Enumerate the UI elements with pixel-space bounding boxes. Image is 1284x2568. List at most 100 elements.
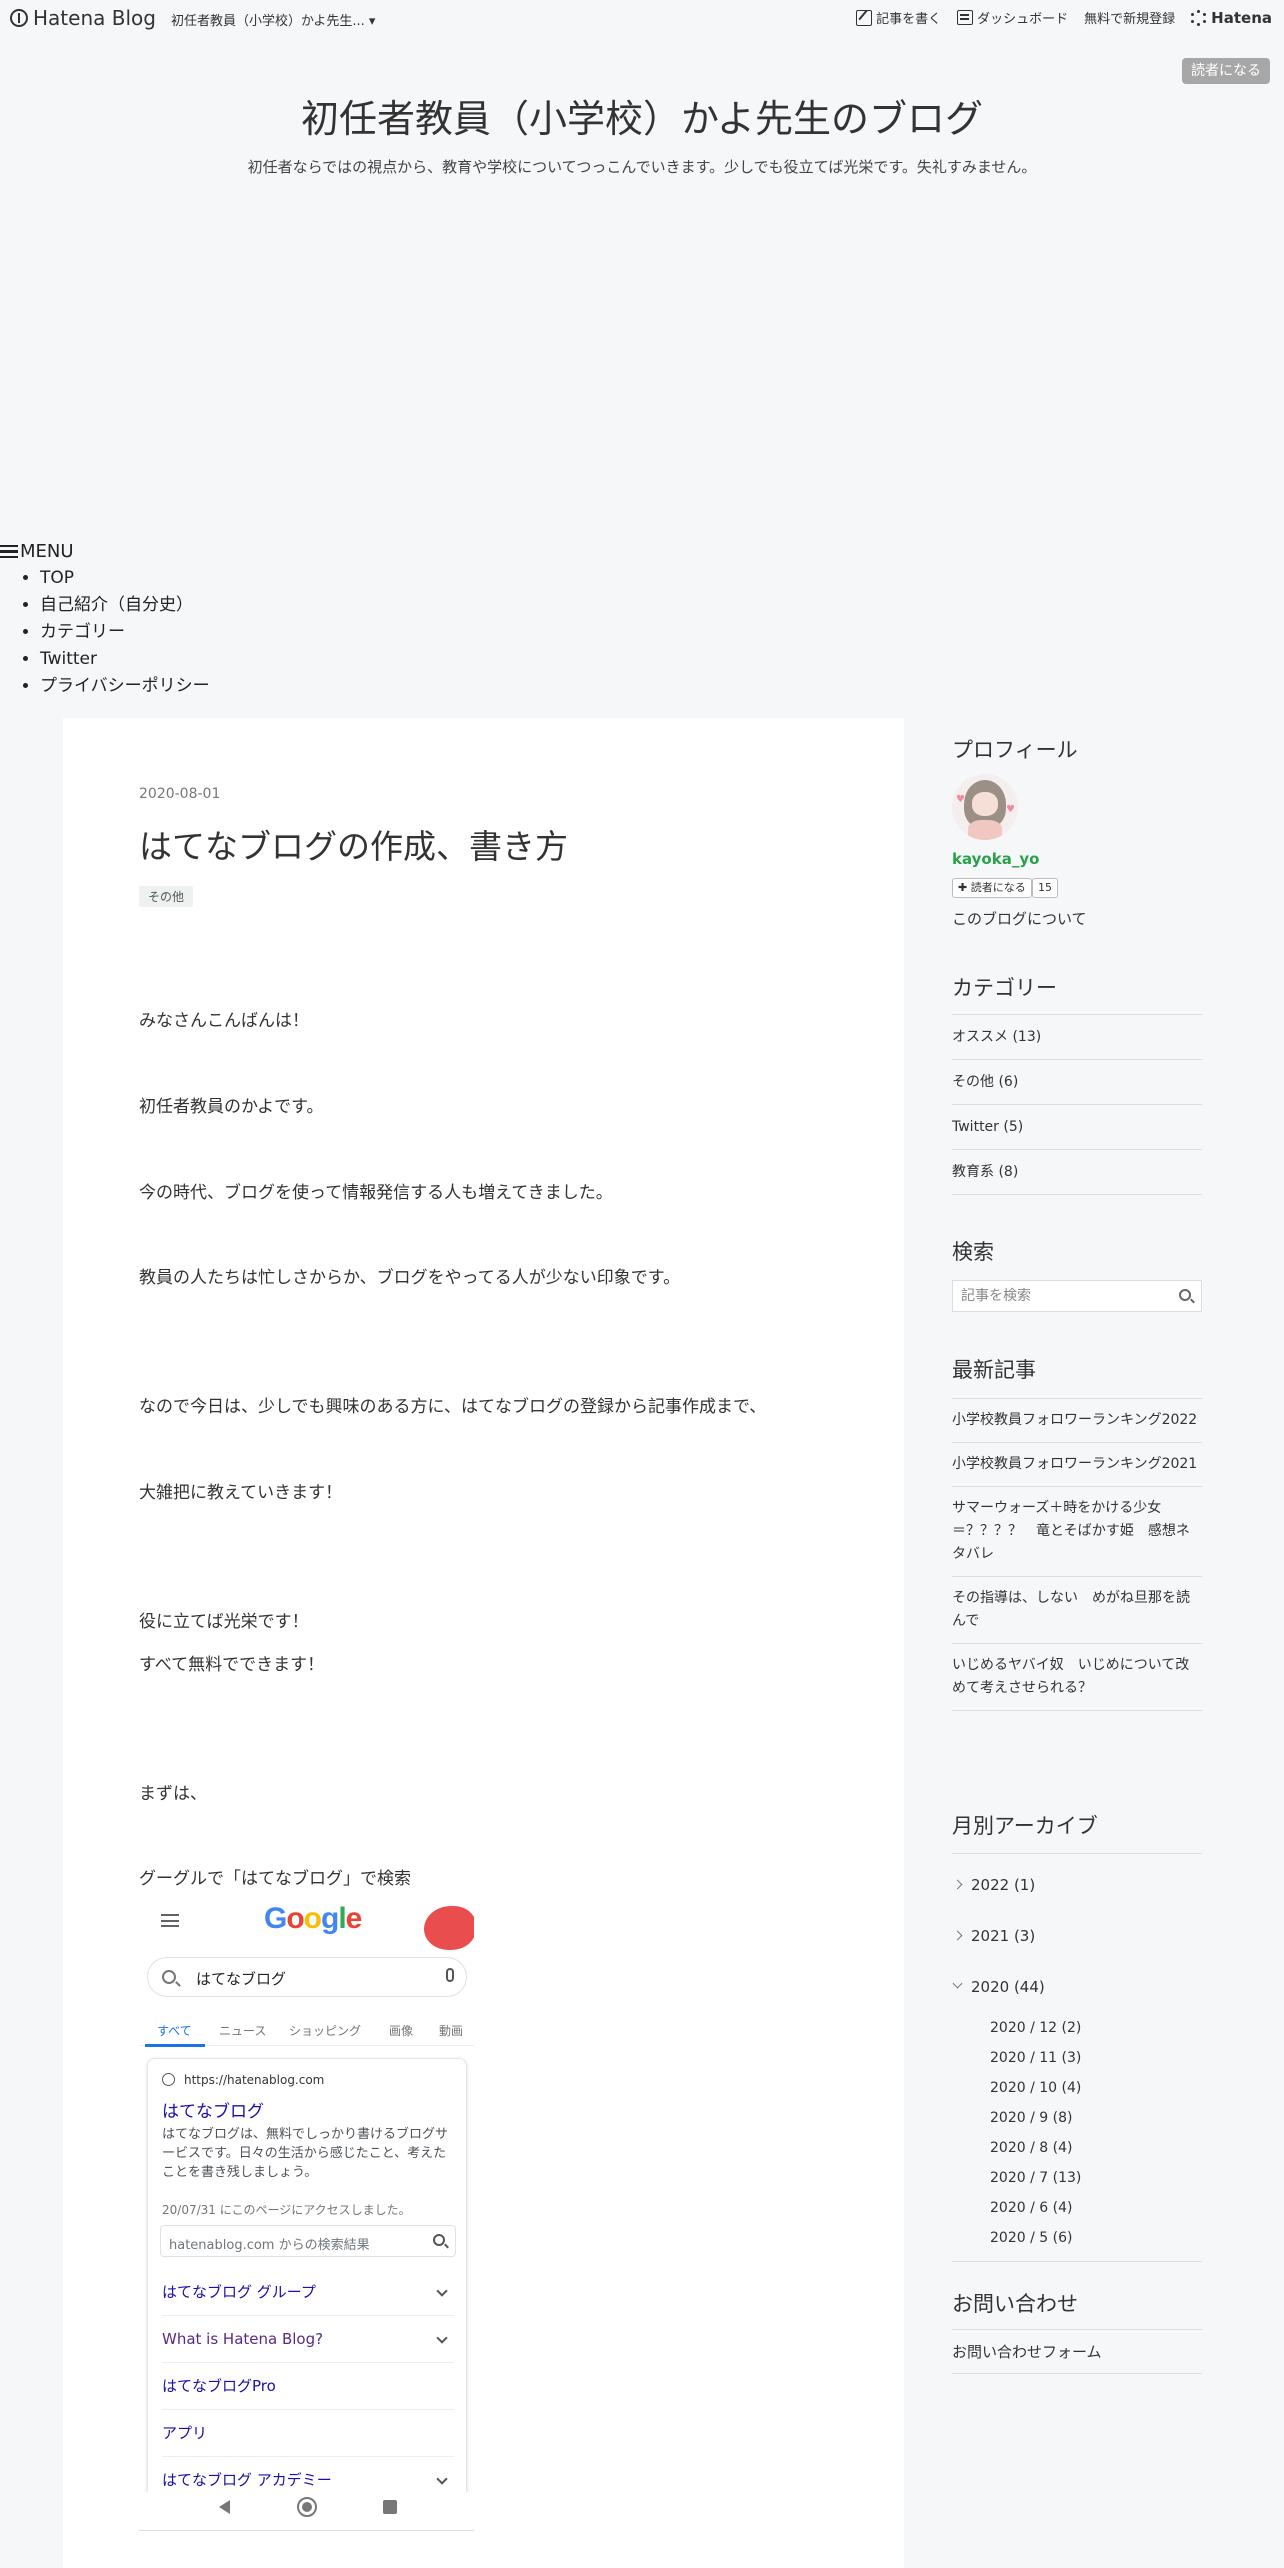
recent-post-link[interactable]: いじめるヤバイ奴 いじめについて改めて考えさせられる？ [952,1644,1202,1711]
menu-toggle[interactable]: MENU [0,541,74,562]
archive-month[interactable]: 2020 / 12 (2) [952,2013,1202,2043]
archive-month[interactable]: 2020 / 6 (4) [952,2193,1202,2223]
article-category-tag[interactable]: その他 [139,886,194,907]
search-icon[interactable] [1179,1289,1191,1301]
recent-post-link[interactable]: 小学校教員フォロワーランキング2022 [952,1399,1202,1443]
profile-heading: プロフィール [952,738,1078,762]
contact-heading: お問い合わせ [952,2292,1078,2316]
recent-post-link[interactable]: 小学校教員フォロワーランキング2021 [952,1443,1202,1487]
blog-switcher[interactable]: 初任者教員（小学校）かよ先生... ▾ [171,10,375,29]
recent-heading: 最新記事 [952,1358,1036,1382]
blog-description: 初任者ならではの視点から、教育や学校についてつっこんでいきます。少しでも役立てば… [247,158,1037,176]
sitelink: What is Hatena Blog? [162,2316,454,2363]
recent-post-link[interactable]: サマーウォーズ＋時をかける少女＝？？？？ 竜とそばかす姫 感想ネタバレ [952,1487,1202,1577]
menu-item-top[interactable]: TOP [40,565,210,592]
sitelink-label: はてなブログ アカデミー [162,2471,332,2489]
edit-icon [856,9,873,26]
chevron-down-icon [436,2473,448,2485]
category-list: オススメ (13) その他 (6) Twitter (5) 教育系 (8) [952,1014,1202,1195]
archive-year[interactable]: 2020 (44) [952,1962,1202,2013]
google-tabs: すべて ニュース ショッピング 画像 動画 [139,2016,474,2047]
category-item[interactable]: Twitter (5) [952,1105,1202,1150]
signup-link[interactable]: 無料で新規登録 [1084,8,1175,27]
chevron-down-icon [436,2332,448,2344]
article-date[interactable]: 2020-08-01 [139,786,220,802]
site-search-text: hatenablog.com からの検索結果 [169,2238,370,2253]
search-icon [162,1970,176,1984]
divider [139,2530,474,2531]
profile-name[interactable]: kayoka_yo [952,850,1039,868]
about-blog-link[interactable]: このブログについて [952,908,1087,929]
sitelink-label: What is Hatena Blog? [162,2330,324,2348]
google-search-box: はてなブログ [147,1957,467,1997]
archive-month[interactable]: 2020 / 11 (3) [952,2043,1202,2073]
contact-form-link[interactable]: お問い合わせフォーム [952,2329,1202,2374]
article-paragraph: みなさんこんばんは！ [139,1011,309,1031]
hatena-blog-logo[interactable]: Hatena Blog [10,6,156,30]
redaction-blob [424,1906,474,1950]
archive-list: 2022 (1) 2021 (3) 2020 (44) 2020 / 12 (2… [952,1853,1202,2262]
profile-subscribe-label: 読者になる [970,881,1026,894]
dashboard-link[interactable]: ダッシュボード [957,8,1068,27]
hatena-dots-icon [1191,9,1207,26]
result-snippet: はてなブログは、無料でしっかり書けるブログサービスです。日々の生活から感じたこと… [162,2127,449,2180]
sitelink: はてなブログPro [162,2363,454,2410]
avatar-face [972,792,998,816]
subscriber-count[interactable]: 15 [1032,878,1058,898]
hatena-menu[interactable]: Hatena [1191,9,1272,27]
google-tab: すべて [157,2024,192,2038]
blog-title[interactable]: 初任者教員（小学校）かよ先生のブログ [0,88,1284,143]
google-result-card: https://hatenablog.com はてなブログ はてなブログは、無料… [147,2058,467,2522]
google-query: はてなブログ [196,1970,287,1988]
dashboard-label: ダッシュボード [977,12,1069,27]
category-item[interactable]: オススメ (13) [952,1015,1202,1060]
result-title: はてなブログ [162,2102,264,2122]
menu-item-profile[interactable]: 自己紹介（自分史） [40,592,210,619]
global-header: Hatena Blog 初任者教員（小学校）かよ先生... ▾ 記事を書く ダッ… [0,0,1284,36]
write-article-link[interactable]: 記事を書く [856,8,941,27]
menu-item-category[interactable]: カテゴリー [40,619,210,646]
categories-heading: カテゴリー [952,976,1057,1000]
archive-month[interactable]: 2020 / 9 (8) [952,2103,1202,2133]
archive-month[interactable]: 2020 / 8 (4) [952,2133,1202,2163]
subscribe-button[interactable]: 読者になる [1182,58,1270,84]
chevron-down-icon [436,2285,448,2297]
archive-month[interactable]: 2020 / 10 (4) [952,2073,1202,2103]
article-paragraph: まずは、 [139,1784,207,1804]
category-item[interactable]: その他 (6) [952,1060,1202,1105]
google-tab: 動画 [439,2024,464,2038]
menu-item-privacy[interactable]: プライバシーポリシー [40,673,210,700]
menu-item-twitter[interactable]: Twitter [40,646,210,673]
chevron-right-icon [952,1930,963,1941]
google-header: Google [139,1892,474,1952]
archive-month[interactable]: 2020 / 5 (6) [952,2223,1202,2253]
archive-year[interactable]: 2021 (3) [952,1911,1202,1962]
recent-post-list: 小学校教員フォロワーランキング2022 小学校教員フォロワーランキング2021 … [952,1398,1202,1711]
avatar[interactable]: ♥ ♥ [952,774,1018,840]
category-item[interactable]: 教育系 (8) [952,1150,1202,1195]
search-heading: 検索 [952,1240,994,1264]
article-title[interactable]: はてなブログの作成、書き方 [139,820,568,868]
article-paragraph: 大雑把に教えていきます！ [139,1483,343,1503]
archive-year[interactable]: 2022 (1) [952,1860,1202,1911]
profile-subscribe-button[interactable]: ✚ 読者になる [952,878,1032,898]
sitelink-label: はてなブログ グループ [162,2283,316,2301]
archive-year-label: 2020 (44) [971,1978,1045,1996]
result-visited-note: 20/07/31 にこのページにアクセスしました。 [162,2203,411,2217]
heart-icon: ♥ [956,794,965,805]
brand-name: Hatena Blog [33,6,156,30]
article-paragraph: 初任者教員のかよです。 [139,1097,324,1117]
archive-month[interactable]: 2020 / 7 (13) [952,2163,1202,2193]
write-article-label: 記事を書く [876,12,942,27]
recent-post-link[interactable]: その指導は、しない めがね旦那を読んで [952,1577,1202,1644]
hamburger-icon [161,1914,179,1927]
back-icon [219,2500,230,2514]
article-paragraph: すべて無料でできます！ [139,1655,325,1675]
sitelink: アプリ [162,2410,454,2457]
article-paragraph: なので今日は、少しでも興味のある方に、はてなブログの登録から記事作成まで、 [139,1397,767,1417]
hatena-label: Hatena [1211,8,1272,27]
google-tab: 画像 [389,2024,414,2038]
search-input[interactable] [953,1281,1173,1311]
google-search-screenshot: Google はてなブログ すべて ニュース ショッピング 画像 動画 http… [139,1892,474,2522]
heart-icon: ♥ [1006,804,1015,815]
